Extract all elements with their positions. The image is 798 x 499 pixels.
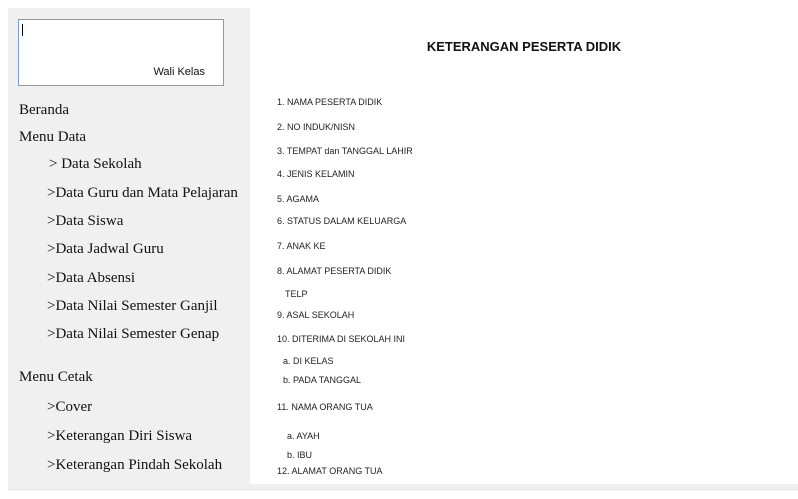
field-label: a. AYAH: [287, 431, 320, 441]
field-label: 1. NAMA PESERTA DIDIK: [277, 97, 383, 107]
menu-cetak-heading[interactable]: Menu Cetak: [19, 369, 93, 386]
field-label: 7. ANAK KE: [277, 241, 326, 251]
sidebar-menu: Beranda Menu Data > Data Sekolah >Data G…: [19, 8, 251, 491]
field-label: 4. JENIS KELAMIN: [277, 169, 355, 179]
menu-item-data-siswa[interactable]: >Data Siswa: [47, 213, 123, 230]
document-panel: KETERANGAN PESERTA DIDIK 1. NAMA PESERTA…: [250, 8, 798, 484]
field-label: 12. ALAMAT ORANG TUA: [277, 466, 383, 476]
menu-item-data-jadwal-guru[interactable]: >Data Jadwal Guru: [47, 241, 164, 258]
field-label: a. DI KELAS: [283, 356, 334, 366]
field-label: TELP: [285, 289, 308, 299]
menu-item-nilai-ganjil[interactable]: >Data Nilai Semester Ganjil: [47, 298, 218, 315]
menu-beranda[interactable]: Beranda: [19, 102, 69, 119]
field-label: 8. ALAMAT PESERTA DIDIK: [277, 266, 392, 276]
menu-data-heading[interactable]: Menu Data: [19, 129, 86, 146]
field-label: 10. DITERIMA DI SEKOLAH INI: [277, 334, 406, 344]
field-label: 3. TEMPAT dan TANGGAL LAHIR: [277, 146, 413, 156]
menu-item-keterangan-pindah[interactable]: >Keterangan Pindah Sekolah: [47, 457, 222, 474]
field-label: 5. AGAMA: [277, 194, 320, 204]
menu-item-data-absensi[interactable]: >Data Absensi: [47, 270, 135, 287]
field-label: 9. ASAL SEKOLAH: [277, 310, 355, 320]
field-label: 11. NAMA ORANG TUA: [277, 402, 373, 412]
app-window: Wali Kelas Beranda Menu Data > Data Seko…: [8, 8, 798, 491]
menu-item-nilai-genap[interactable]: >Data Nilai Semester Genap: [47, 326, 219, 343]
menu-item-keterangan-diri[interactable]: >Keterangan Diri Siswa: [47, 428, 192, 445]
field-label: b. IBU: [287, 450, 313, 460]
field-label: 2. NO INDUK/NISN: [277, 122, 356, 132]
menu-item-data-guru-mapel[interactable]: >Data Guru dan Mata Pelajaran: [47, 185, 238, 202]
document-title: KETERANGAN PESERTA DIDIK: [426, 39, 622, 54]
menu-item-data-sekolah[interactable]: > Data Sekolah: [49, 156, 142, 173]
menu-item-cover[interactable]: >Cover: [47, 399, 92, 416]
field-label: b. PADA TANGGAL: [283, 375, 362, 385]
field-label: 6. STATUS DALAM KELUARGA: [277, 216, 407, 226]
